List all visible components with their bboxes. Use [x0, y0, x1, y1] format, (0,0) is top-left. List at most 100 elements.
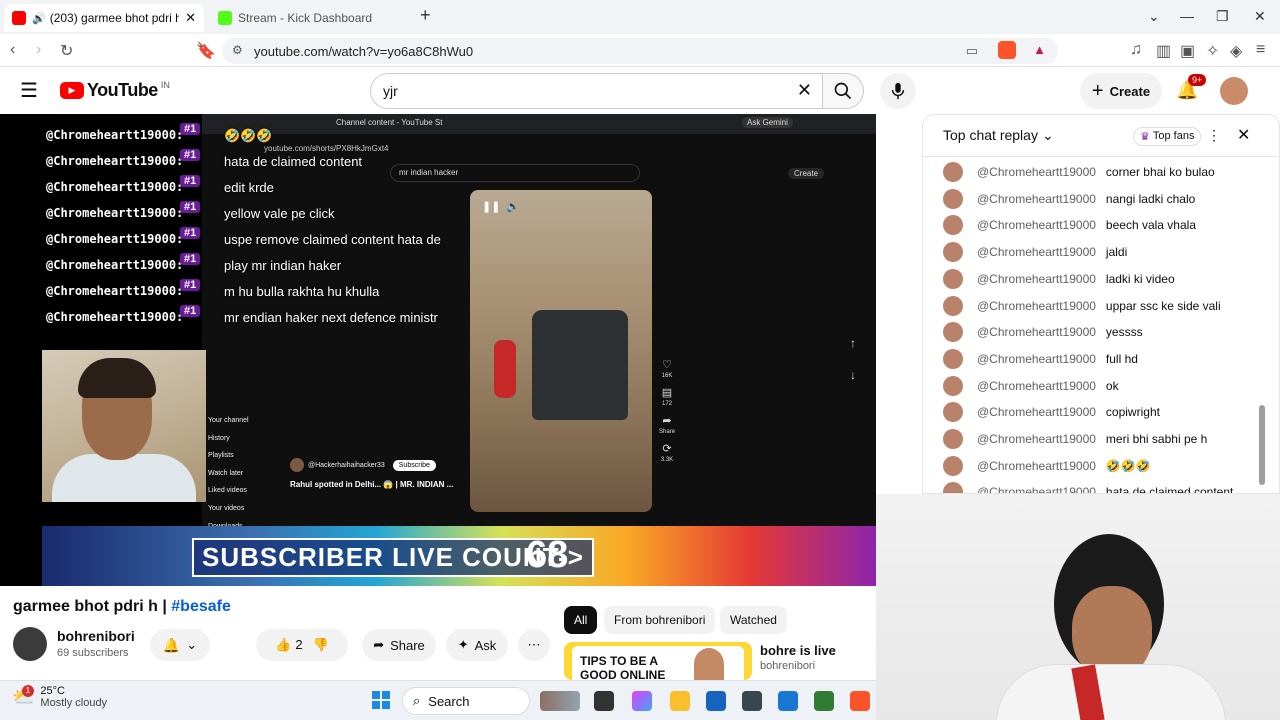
channel-avatar[interactable] — [13, 627, 47, 661]
inner-comments: 172 — [661, 401, 672, 407]
share-button[interactable]: ➦ Share — [362, 629, 436, 661]
live-chat-panel: Top chat replay ⌄ ♛ Top fans ⋮ ✕ @Chrome… — [922, 114, 1280, 494]
minimize-icon[interactable]: — — [1180, 8, 1194, 24]
chat-author-avatar — [943, 348, 963, 369]
tab-kick[interactable]: Stream - Kick Dashboard — [210, 4, 410, 32]
youtube-logo[interactable]: ▶ YouTube IN — [60, 80, 170, 101]
chat-row[interactable]: @Chromeheartt19000 meri bhi sabhi pe h — [943, 426, 1207, 452]
overlay-rank-badge: #1 — [180, 305, 201, 317]
thumbs-down-icon[interactable]: 👎 — [313, 637, 329, 653]
search-icon: ⌕ — [413, 693, 421, 708]
menu-icon[interactable]: ≡ — [1256, 41, 1265, 59]
video-player[interactable]: Channel content - YouTube St Ask Gemini … — [0, 114, 876, 586]
video-title-text: garmee bhot pdri h | — [13, 598, 172, 615]
inner-sidebar-item: Your videos — [208, 504, 245, 512]
maximize-icon[interactable]: ❐ — [1216, 8, 1229, 25]
ask-button[interactable]: ✦ Ask — [446, 629, 508, 661]
overlay-rank-badge: #1 — [180, 279, 201, 291]
chat-row[interactable]: @Chromeheartt19000 full hd — [943, 346, 1138, 372]
overlay-chat-message: play mr indian haker — [224, 258, 342, 273]
hashtag-link[interactable]: #besafe — [171, 598, 231, 615]
sidebar-icon[interactable]: ▥ — [1156, 41, 1171, 61]
search-input[interactable]: yjr ✕ — [370, 73, 822, 109]
tab-close-icon[interactable]: ✕ — [185, 10, 196, 26]
forward-icon[interactable]: › — [36, 41, 41, 59]
filter-chip-channel[interactable]: From bohrenibori — [604, 606, 716, 634]
leo-ai-icon[interactable]: ✧ — [1206, 41, 1219, 61]
chat-author: @Chromeheartt19000 — [977, 405, 1096, 420]
bookmark-icon[interactable]: 🔖 — [196, 41, 216, 61]
back-icon[interactable]: ‹ — [10, 41, 15, 59]
chat-row[interactable]: @Chromeheartt19000 copiwright — [943, 399, 1160, 425]
widget-image-icon[interactable] — [540, 691, 580, 711]
channel-name[interactable]: bohrenibori — [57, 628, 135, 644]
chat-row[interactable]: @Chromeheartt19000 corner bhai ko bulao — [943, 159, 1215, 185]
inner-sidebar-item: Watch later — [208, 469, 244, 477]
inner-sidebar-item: History — [208, 434, 230, 442]
chat-row[interactable]: @Chromeheartt19000 ok — [943, 373, 1119, 399]
chat-row[interactable]: @Chromeheartt19000 uppar ssc ke side vali — [943, 293, 1221, 319]
brave-rewards-icon[interactable]: ▲ — [1033, 42, 1046, 57]
subscribed-bell-button[interactable]: 🔔 ⌄ — [150, 629, 210, 661]
weather-widget[interactable]: ⛅ 1 25°C Mostly cloudy — [12, 684, 107, 709]
account-avatar[interactable] — [1220, 77, 1248, 105]
chat-author-avatar — [943, 242, 963, 263]
clear-search-icon[interactable]: ✕ — [797, 80, 812, 101]
chat-author-avatar — [943, 215, 963, 236]
vscode-icon[interactable] — [778, 691, 798, 711]
more-actions-button[interactable]: ⋯ — [518, 629, 550, 661]
chat-message: uppar ssc ke side vali — [1105, 298, 1221, 313]
chat-scrollbar[interactable] — [1259, 405, 1265, 485]
address-bar[interactable]: ⚙ youtube.com/watch?v=yo6a8C8hWu0 ▭ ▲ — [222, 38, 1058, 64]
subscriber-count-banner: SUBSCRIBER LIVE COUNT-> 68 — [42, 526, 876, 586]
recommendation-channel[interactable]: bohrenibori — [760, 660, 815, 672]
media-icon[interactable]: ♫ — [1130, 41, 1142, 59]
chat-row[interactable]: @Chromeheartt19000 hata de claimed conten… — [943, 479, 1233, 493]
notifications-button[interactable]: 🔔 9+ — [1176, 74, 1207, 101]
filter-chip-all[interactable]: All — [564, 606, 598, 634]
close-window-icon[interactable]: ✕ — [1254, 8, 1266, 25]
new-tab-icon[interactable]: + — [420, 5, 431, 26]
reload-icon[interactable]: ↻ — [60, 41, 73, 61]
create-button[interactable]: + Create — [1080, 73, 1162, 109]
wallet-icon[interactable]: ▣ — [1180, 41, 1195, 61]
store-icon[interactable] — [706, 691, 726, 711]
site-info-icon[interactable]: ⚙ — [232, 43, 243, 57]
chat-mode-dropdown[interactable]: Top chat replay ⌄ — [943, 127, 1054, 144]
top-fans-button[interactable]: ♛ Top fans — [1133, 127, 1202, 146]
chat-row[interactable]: @Chromeheartt19000 jaldi — [943, 239, 1127, 265]
chat-title: Top chat replay — [943, 127, 1038, 143]
tab-youtube[interactable]: 🔊 (203) garmee bhot pdri h | #b ✕ — [4, 4, 204, 32]
voice-search-button[interactable] — [880, 73, 916, 109]
chat-author-avatar — [943, 429, 963, 449]
chat-row[interactable]: @Chromeheartt19000 🤣🤣🤣 — [943, 453, 1151, 479]
chat-row[interactable]: @Chromeheartt19000 yessss — [943, 319, 1143, 345]
search-value: yjr — [383, 83, 398, 99]
more-vert-icon[interactable]: ⋮ — [1207, 127, 1221, 144]
chat-author: @Chromeheartt19000 — [977, 218, 1096, 233]
chat-row[interactable]: @Chromeheartt19000 beech vala vhala — [943, 212, 1196, 238]
copilot-icon[interactable] — [632, 691, 652, 711]
recommendation-title[interactable]: bohre is live — [760, 643, 836, 658]
recommendation-thumbnail[interactable]: TIPS TO BE A GOOD ONLINE — [564, 642, 752, 680]
filter-chip-watched[interactable]: Watched — [720, 606, 787, 634]
obs-icon[interactable] — [742, 691, 762, 711]
taskbar-search[interactable]: ⌕ Search — [402, 687, 530, 715]
close-chat-icon[interactable]: ✕ — [1237, 125, 1250, 145]
brave-shield-icon[interactable] — [998, 41, 1016, 59]
vpn-icon[interactable]: ◈ — [1230, 41, 1242, 61]
windows-start-icon[interactable] — [372, 691, 390, 709]
chat-row[interactable]: @Chromeheartt19000 nangi ladki chalo — [943, 186, 1195, 212]
hamburger-menu-icon[interactable]: ☰ — [20, 78, 38, 103]
inner-video-title: Rahul spotted in Delhi... 😱 | MR. INDIAN… — [290, 480, 454, 489]
xbox-icon[interactable] — [814, 691, 834, 711]
chevron-down-icon[interactable]: ⌄ — [1148, 8, 1160, 25]
chat-row[interactable]: @Chromeheartt19000 ladki ki video — [943, 266, 1175, 292]
search-button[interactable] — [822, 73, 864, 109]
like-button[interactable]: 👍 2 — [275, 637, 302, 653]
brave-browser-icon[interactable] — [850, 691, 870, 711]
chat-author-avatar — [943, 482, 963, 493]
file-explorer-icon[interactable] — [670, 691, 690, 711]
cast-icon[interactable]: ▭ — [966, 43, 978, 59]
task-view-icon[interactable] — [594, 691, 614, 711]
